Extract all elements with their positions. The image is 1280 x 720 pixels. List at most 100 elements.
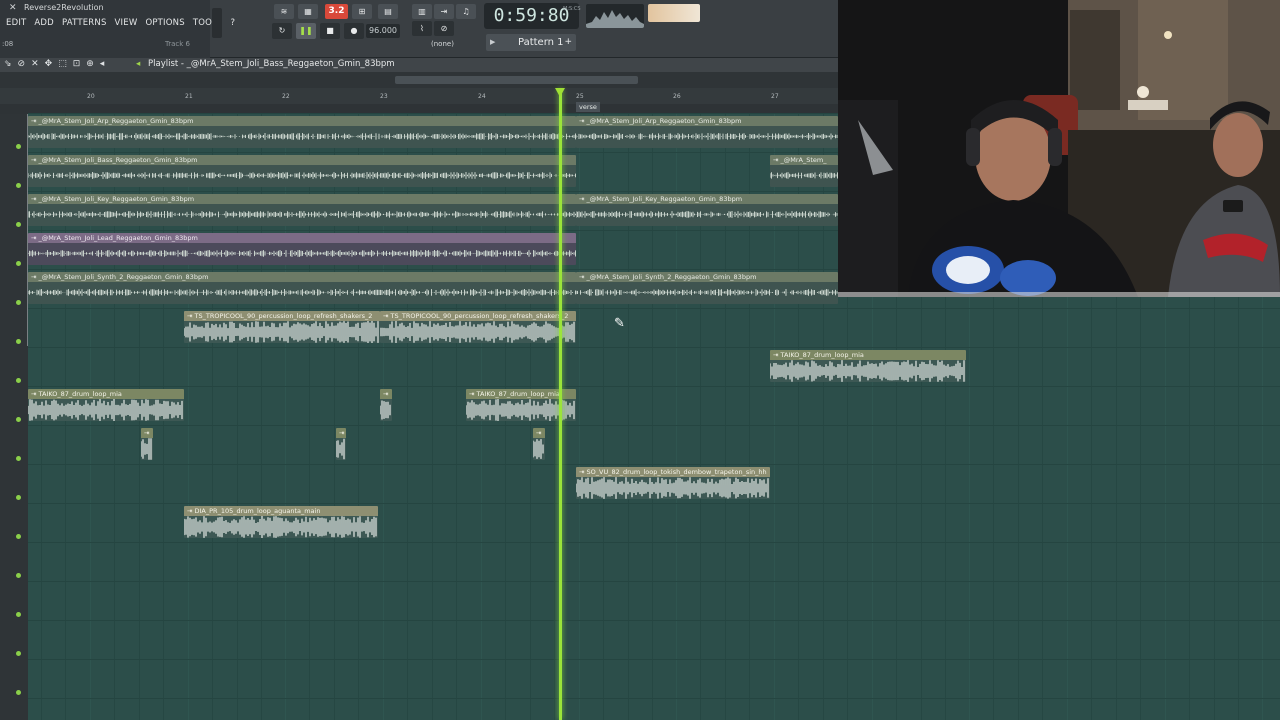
tempo-display[interactable]: 96.000	[366, 24, 400, 38]
track-mute-led[interactable]	[16, 417, 21, 422]
clip-body	[576, 126, 838, 148]
playlist-clip[interactable]: ⇥ DIA_PR_105_drum_loop_aguanta_main	[184, 506, 378, 538]
delete-tool-icon[interactable]: ✕	[31, 59, 39, 69]
playlist-clip[interactable]: ⇥ TS_TROPICOOL_90_percussion_loop_refres…	[184, 311, 380, 343]
track-mute-led[interactable]	[16, 261, 21, 266]
playhead-marker[interactable]	[555, 88, 565, 97]
playlist-clip[interactable]: ⇥ _@MrA_Stem_Joli_Bass_Reggaeton_Gmin_83…	[28, 155, 576, 187]
marker-verse[interactable]: verse	[576, 102, 600, 112]
waveform-path	[336, 438, 345, 460]
playlist-clip[interactable]: ⇥ TAIKO_87_drum_loop_mia	[770, 350, 966, 382]
playlist-clip[interactable]: ⇥ _@MrA_Stem_Joli_Arp_Reggaeton_Gmin_83b…	[576, 116, 838, 148]
clip-body	[380, 399, 392, 421]
snap-icon[interactable]: ≋	[274, 4, 294, 19]
clip-body	[336, 438, 346, 460]
slip-tool-icon[interactable]: ⊡	[73, 59, 81, 69]
webcam-image	[838, 0, 1280, 297]
metronome-icon[interactable]: ⊞	[352, 4, 372, 19]
playlist-clip[interactable]: ⇥	[141, 428, 153, 460]
menu-edit[interactable]: EDIT	[6, 18, 26, 32]
oscilloscope-wave	[586, 10, 644, 28]
clip-body	[184, 321, 380, 343]
playlist-clip[interactable]: ⇥ _@MrA_Stem_Joli_Synth_2_Reggaeton_Gmin…	[28, 272, 576, 304]
track-mute-led[interactable]	[16, 651, 21, 656]
playlist-clip[interactable]: ⇥	[336, 428, 346, 460]
track-separator	[28, 659, 1280, 660]
zoom-tool-icon[interactable]: ⊕	[86, 59, 94, 69]
mixer-icon[interactable]: ▥	[412, 4, 432, 19]
ruler-bar-label: 23	[380, 93, 388, 100]
plugin-icon[interactable]: ♫	[456, 4, 476, 19]
close-icon[interactable]: ✕	[9, 3, 17, 13]
edit-icon[interactable]: ⌇	[412, 21, 432, 36]
horizontal-scrollbar[interactable]	[0, 72, 838, 88]
add-pattern-icon[interactable]: +	[564, 34, 572, 51]
paint-tool-icon[interactable]: ⊘	[18, 59, 26, 69]
master-volume-slider[interactable]	[212, 8, 222, 38]
scrollbar-thumb[interactable]	[395, 76, 638, 84]
clip-waveform	[28, 171, 576, 179]
stop-button[interactable]: ■	[320, 23, 340, 39]
pattern-arrow-icon[interactable]: ▶	[490, 34, 495, 51]
record-button[interactable]: ●	[344, 23, 364, 39]
playlist-clip[interactable]: ⇥ _@MrA_Stem_Joli_Lead_Reggaeton_Gmin_83…	[28, 233, 576, 265]
waveform-path	[28, 399, 183, 421]
hint-bar-track: Track 6	[165, 40, 190, 48]
track-mute-led[interactable]	[16, 378, 21, 383]
playlist-clip[interactable]: ⇥ _@MrA_Stem_	[770, 155, 838, 187]
playlist-clip[interactable]: ⇥ TS_TROPICOOL_90_percussion_loop_refres…	[380, 311, 576, 343]
waveform-path	[28, 249, 576, 257]
waveform-path	[770, 172, 838, 179]
playlist-clip[interactable]: ⇥ _@MrA_Stem_Joli_Key_Reggaeton_Gmin_83b…	[576, 194, 838, 226]
ruler-bar-label: 25	[576, 93, 584, 100]
next-icon[interactable]: ⇥	[434, 4, 454, 19]
track-mute-led[interactable]	[16, 495, 21, 500]
track-mute-led[interactable]	[16, 456, 21, 461]
pause-button[interactable]: ❚❚	[296, 23, 316, 39]
draw-tool-icon[interactable]: ⇘	[4, 59, 12, 69]
pattern-song-toggle[interactable]: 3.2	[325, 4, 348, 19]
clip-body	[576, 204, 838, 226]
menu-view[interactable]: VIEW	[115, 18, 138, 32]
waveform-path	[576, 210, 838, 218]
playlist-clip[interactable]: ⇥ _@MrA_Stem_Joli_Key_Reggaeton_Gmin_83b…	[28, 194, 576, 226]
playback-tool-icon[interactable]: ◂	[100, 59, 105, 69]
playlist-tools: ⇘ ⊘ ✕ ✥ ⬚ ⊡ ⊕ ◂	[4, 59, 104, 69]
track-mute-led[interactable]	[16, 612, 21, 617]
loop-icon[interactable]: ↻	[272, 23, 292, 39]
track-mute-led[interactable]	[16, 222, 21, 227]
record-mode-icon[interactable]: ▤	[378, 4, 398, 19]
menu-add[interactable]: ADD	[34, 18, 54, 32]
track-mute-led[interactable]	[16, 534, 21, 539]
playlist-clip[interactable]: ⇥	[533, 428, 545, 460]
track-mute-led[interactable]	[16, 573, 21, 578]
menu-options[interactable]: OPTIONS	[145, 18, 184, 32]
pattern-selector[interactable]: ▶ Pattern 1 +	[486, 34, 576, 51]
playlist-clip[interactable]: ⇥	[380, 389, 392, 421]
track-mute-led[interactable]	[16, 300, 21, 305]
track-mute-led[interactable]	[16, 183, 21, 188]
menu-patterns[interactable]: PATTERNS	[62, 18, 107, 32]
track-separator	[28, 581, 1280, 582]
project-title: Reverse2Revolution	[24, 3, 104, 12]
playlist-clip[interactable]: ⇥ _@MrA_Stem_Joli_Arp_Reggaeton_Gmin_83b…	[28, 116, 576, 148]
track-mute-led[interactable]	[16, 144, 21, 149]
clip-waveform	[576, 477, 769, 499]
playlist-clip[interactable]: ⇥ _@MrA_Stem_Joli_Synth_2_Reggaeton_Gmin…	[576, 272, 838, 304]
link-icon[interactable]: ⊘	[434, 21, 454, 36]
mute-tool-icon[interactable]: ✥	[45, 59, 53, 69]
playlist-clip[interactable]: ⇥ SO_VU_82_drum_loop_tokish_dembow_trape…	[576, 467, 770, 499]
track-mute-led[interactable]	[16, 690, 21, 695]
clip-name: ⇥	[533, 428, 545, 438]
track-mute-led[interactable]	[16, 339, 21, 344]
snap-selector[interactable]: (none)	[431, 40, 454, 48]
playhead[interactable]	[559, 88, 562, 720]
track-separator	[28, 386, 1280, 387]
playlist-clip[interactable]: ⇥ TAIKO_87_drum_loop_mia	[28, 389, 184, 421]
clip-waveform	[28, 288, 576, 296]
timeline-ruler[interactable]: 20 21 22 23 24 25 26 27	[0, 88, 838, 104]
menu-help[interactable]: ?	[231, 18, 236, 32]
select-tool-icon[interactable]: ⬚	[58, 59, 67, 69]
transport-controls: ↻ ❚❚ ■ ●	[272, 23, 364, 39]
step-edit-icon[interactable]: ▦	[298, 4, 318, 19]
